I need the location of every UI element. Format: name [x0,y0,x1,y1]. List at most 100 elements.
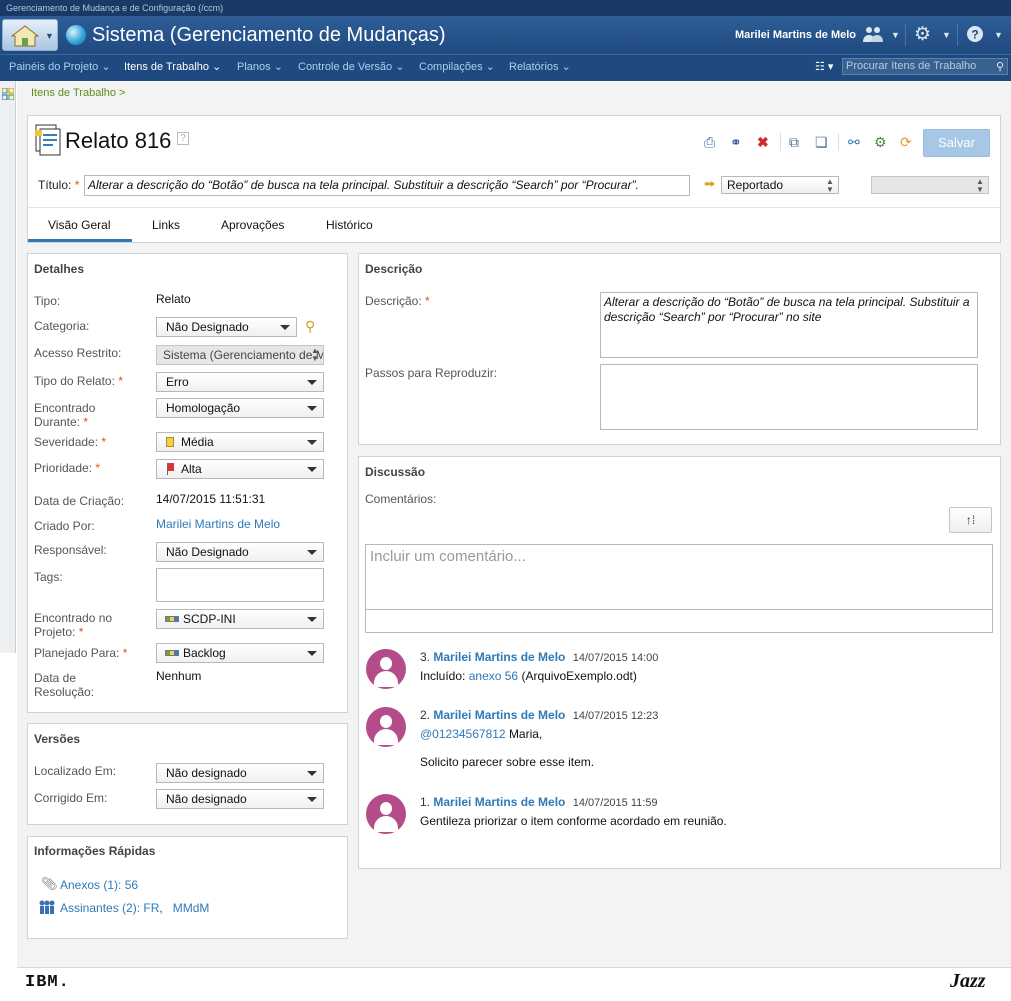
gear-icon[interactable]: ⚙ [914,25,931,45]
prioridade-label: Prioridade: * [34,461,101,475]
users-icon[interactable] [862,25,884,45]
user-name[interactable]: Marilei Martins de Melo [735,29,856,41]
home-icon [11,25,39,47]
comment-author-link[interactable]: Marilei Martins de Melo [433,708,565,722]
search-input[interactable]: Procurar Itens de Trabalho ⚲ [842,58,1008,75]
planejado-label: Planejado Para: * [34,646,128,660]
comment-body: Solicito parecer sobre esse item. [420,755,595,769]
state-select[interactable]: Reportado ▲ ▼ [721,176,839,194]
tab-visao-geral[interactable]: Visão Geral [48,218,110,232]
comment-author-link[interactable]: Marilei Martins de Melo [433,650,565,664]
priority-flag-icon [167,463,174,471]
updown-icon: ▲ ▼ [826,177,834,194]
attachment-link[interactable]: anexo 56 [469,669,518,683]
link-icon[interactable]: ⚭ [730,134,742,151]
tipo-relato-select[interactable]: Erro [156,372,324,392]
title-field[interactable]: Alterar a descrição do “Botão” de busca … [84,175,690,196]
anexos-link[interactable]: Anexos (1): 56 [60,878,138,892]
resolucao-value: Nenhum [156,669,202,683]
corrigido-select[interactable]: Não designado [156,789,324,809]
comment-header: 2. Marilei Martins de Melo 14/07/2015 12… [420,708,659,722]
tipo-value: Relato [156,292,191,306]
comment-toolbar [365,609,993,633]
comment-body: Gentileza priorizar o item conforme acor… [420,814,727,828]
encontrado-select[interactable]: Homologação [156,398,324,418]
breadcrumb[interactable]: Itens de Trabalho > [31,87,125,99]
svg-text:?: ? [971,28,978,42]
prioridade-select[interactable]: Alta [156,459,324,479]
steps-label: Passos para Reproduzir: [365,366,498,380]
print-icon[interactable]: ⎙ [704,134,715,151]
divider [28,207,1000,208]
subscriber-link[interactable]: FR [143,901,159,915]
category-tree-icon[interactable]: ⚲ [305,318,315,335]
help-icon[interactable]: ? [177,132,189,145]
home-button[interactable]: ▼ [2,19,58,51]
grid-icon[interactable] [2,88,14,100]
chevron-down-icon[interactable]: ▼ [994,25,1003,45]
divider [780,133,781,151]
projeto-select[interactable]: SCDP-INI [156,609,324,629]
chevron-down-icon[interactable]: ▼ [942,25,951,45]
nav-compilacoes[interactable]: Compilações ⌄ [419,60,495,73]
tab-links[interactable]: Links [152,218,180,232]
comment-body: @01234567812 Maria, [420,727,543,741]
nav-controle-versao[interactable]: Controle de Versão ⌄ [298,60,404,73]
versions-title: Versões [34,732,81,746]
localizado-select[interactable]: Não designado [156,763,324,783]
ibm-logo: IBM. [25,973,70,992]
nav-relatorios[interactable]: Relatórios ⌄ [509,60,571,73]
active-tab-indicator [28,239,132,242]
search-icon[interactable]: ⚲ [996,60,1004,75]
chevron-down-icon: ▼ [45,31,54,41]
corrigido-label: Corrigido Em: [34,791,108,805]
timeline-icon [165,616,179,622]
criado-por-link[interactable]: Marilei Martins de Melo [156,517,280,531]
delete-icon[interactable]: ✖ [757,134,769,151]
comment-input[interactable]: Incluir um comentário... [365,544,993,610]
tab-historico[interactable]: Histórico [326,218,373,232]
comment-author-link[interactable]: Marilei Martins de Melo [433,795,565,809]
assinantes-row: Assinantes (2): FR, MMdM [60,901,210,915]
chevron-down-icon[interactable]: ▼ [891,25,900,45]
avatar[interactable] [366,794,406,834]
planejado-select[interactable]: Backlog [156,643,324,663]
nav-paineis[interactable]: Painéis do Projeto ⌄ [9,60,111,73]
refresh-icon[interactable]: ⟳ [900,134,912,151]
severidade-select[interactable]: Média [156,432,324,452]
settings-icon[interactable]: ⚙ [874,134,887,151]
tags-label: Tags: [34,570,63,584]
duplicate-icon[interactable]: ❏ [815,134,828,151]
help-icon[interactable]: ? [966,25,984,45]
responsavel-select[interactable]: Não Designado [156,542,324,562]
jazz-logo: Jazz [950,970,986,992]
description-field[interactable]: Alterar a descrição do “Botão” de busca … [600,292,978,358]
tags-input[interactable] [156,568,324,602]
workflow-icon[interactable]: ⚯ [848,134,860,151]
nav-itens-de-trabalho[interactable]: Itens de Trabalho ⌄ [124,60,221,73]
assinantes-link[interactable]: Assinantes (2): [60,901,140,915]
list-icon[interactable]: ☷ ▾ [815,60,833,73]
description-title: Descrição [365,262,423,276]
avatar[interactable] [366,649,406,689]
steps-field[interactable] [600,364,978,430]
save-button[interactable]: Salvar [923,129,990,157]
action-select[interactable]: ▲ ▼ [871,176,989,194]
categoria-select[interactable]: Não Designado [156,317,297,337]
acesso-select[interactable]: Sistema (Gerenciamento de Mudanças)▲▼ [156,345,324,365]
quick-info-title: Informações Rápidas [34,844,156,858]
copy-icon[interactable]: ⧉ [789,134,799,151]
tipo-label: Tipo: [34,294,61,308]
tab-aprovacoes[interactable]: Aprovações [221,218,284,232]
severity-medium-icon [166,437,174,447]
divider [957,24,958,46]
avatar[interactable] [366,707,406,747]
main-nav: Painéis do Projeto ⌄ Itens de Trabalho ⌄… [0,54,1011,81]
subscriber-link[interactable]: MMdM [173,901,210,915]
nav-planos[interactable]: Planos ⌄ [237,60,283,73]
encontrado-label: Encontrado Durante: * [34,401,96,429]
data-criacao-label: Data de Criação: [34,494,125,508]
subscribers-icon [39,900,55,914]
sort-comments-button[interactable]: ↑⁞ [949,507,992,533]
mention-link[interactable]: @01234567812 [420,727,506,741]
